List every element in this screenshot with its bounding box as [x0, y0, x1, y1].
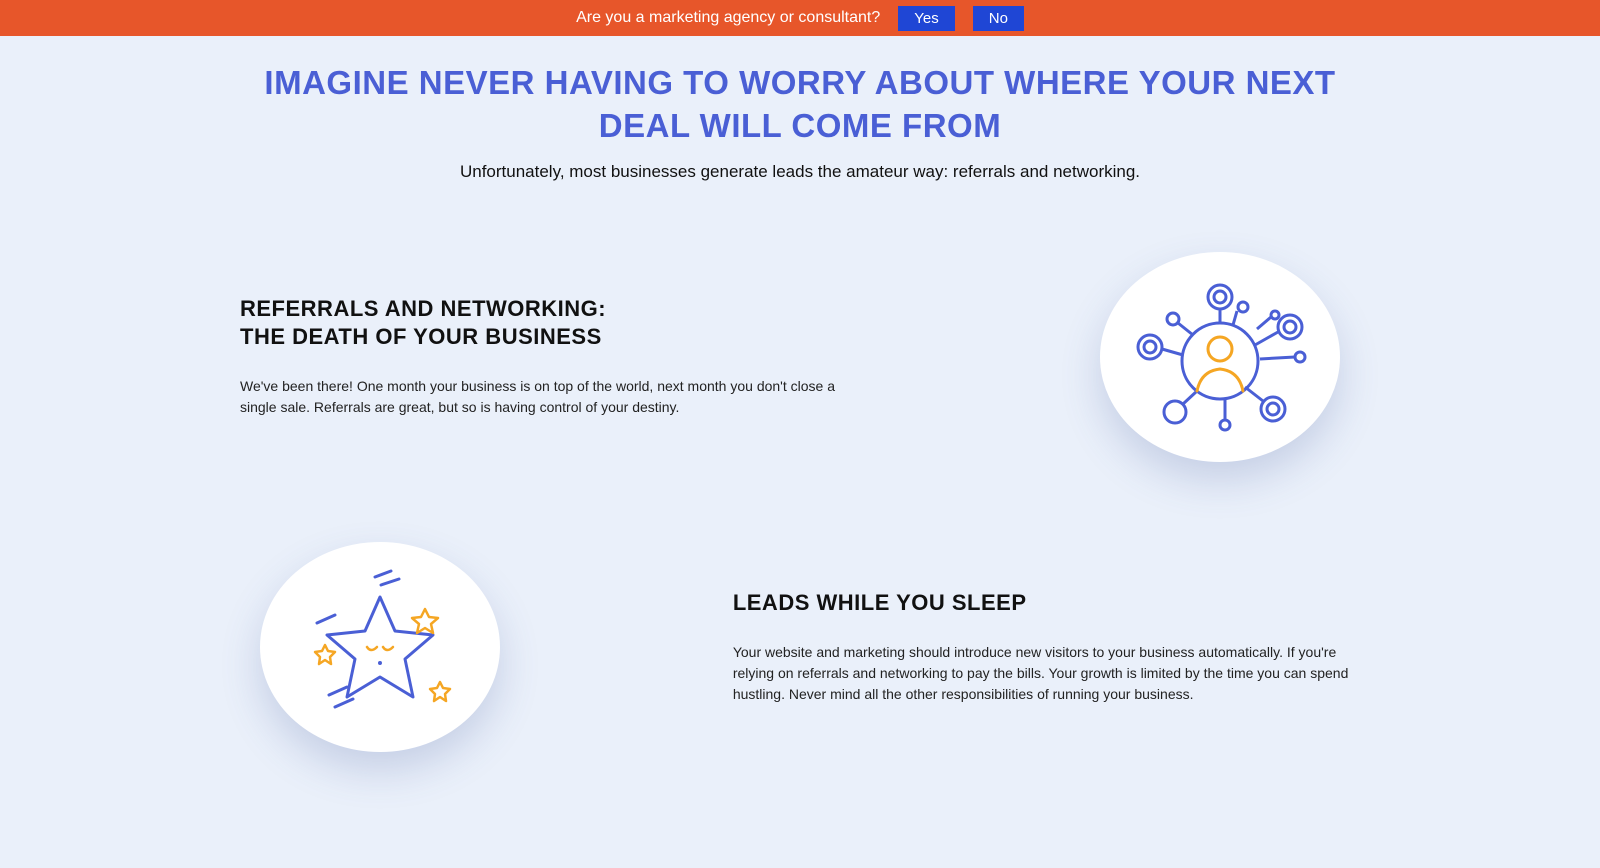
- page-title: IMAGINE NEVER HAVING TO WORRY ABOUT WHER…: [250, 62, 1350, 148]
- star-illustration: [260, 542, 500, 752]
- network-illustration: [1100, 252, 1340, 462]
- section-heading: LEADS WHILE YOU SLEEP: [733, 589, 1360, 617]
- yes-button[interactable]: Yes: [898, 6, 954, 31]
- section-heading: REFERRALS AND NETWORKING: THE DEATH OF Y…: [240, 295, 867, 350]
- section-referrals: REFERRALS AND NETWORKING: THE DEATH OF Y…: [240, 252, 1360, 462]
- no-button[interactable]: No: [973, 6, 1024, 31]
- network-icon: [1125, 277, 1315, 437]
- section-leads-sleep: LEADS WHILE YOU SLEEP Your website and m…: [240, 542, 1360, 752]
- top-notification-bar: Are you a marketing agency or consultant…: [0, 0, 1600, 36]
- page-subtitle: Unfortunately, most businesses generate …: [0, 162, 1600, 182]
- section-body: Your website and marketing should introd…: [733, 642, 1353, 705]
- section-body: We've been there! One month your busines…: [240, 376, 860, 418]
- sleeping-star-icon: [285, 567, 475, 727]
- heading-line-2: THE DEATH OF YOUR BUSINESS: [240, 324, 602, 349]
- topbar-question: Are you a marketing agency or consultant…: [576, 9, 880, 27]
- heading-line-1: REFERRALS AND NETWORKING:: [240, 296, 606, 321]
